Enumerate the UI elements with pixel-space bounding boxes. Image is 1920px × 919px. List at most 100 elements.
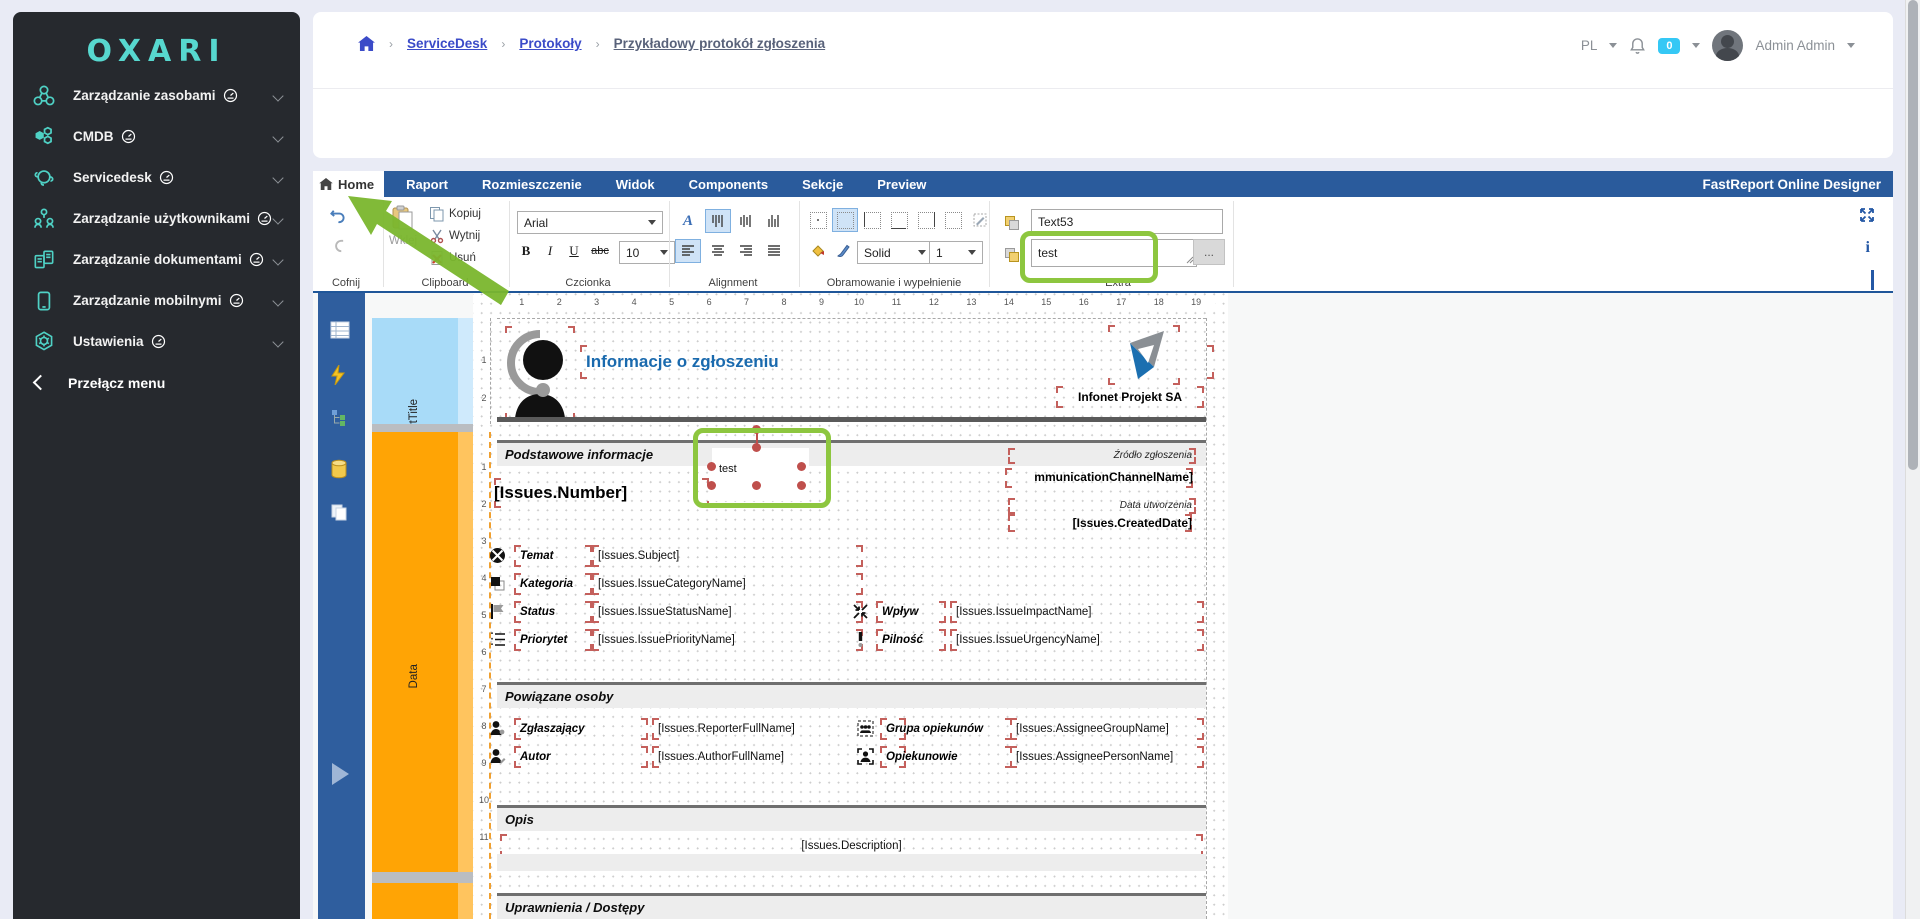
handle-top-center[interactable]: [752, 443, 761, 452]
band-data[interactable]: Data: [372, 432, 473, 872]
field-value[interactable]: [Issues.Subject]: [592, 545, 863, 567]
collapse-strip-button[interactable]: [332, 763, 349, 785]
undo-button[interactable]: [329, 207, 346, 224]
bell-icon[interactable]: [1629, 37, 1646, 55]
font-color-button[interactable]: A: [675, 209, 701, 233]
handle-right[interactable]: [797, 462, 806, 471]
person-value[interactable]: [Issues.AssigneePersonName]: [1010, 746, 1204, 768]
sidebar-item-zasoby[interactable]: Zarządzanie zasobami: [13, 75, 300, 116]
tab-raport[interactable]: Raport: [406, 177, 448, 192]
sidebar-item-mobilne[interactable]: Zarządzanie mobilnymi: [13, 280, 300, 321]
handle-left[interactable]: [707, 462, 716, 471]
border-left-button[interactable]: [859, 208, 885, 232]
report-company-text[interactable]: Infonet Projekt SA: [1056, 386, 1204, 408]
redo-button[interactable]: [329, 237, 346, 254]
person-label[interactable]: Opiekunowie: [880, 746, 1012, 768]
strikethrough-button[interactable]: abc: [587, 241, 613, 261]
sidebar-item-servicedesk[interactable]: Servicedesk: [13, 157, 300, 198]
cut-button[interactable]: Wytnij: [429, 228, 480, 244]
field-value[interactable]: [Issues.IssueCategoryName]: [592, 573, 863, 595]
properties-panel-button[interactable]: [330, 321, 352, 343]
selected-text-object[interactable]: test: [712, 448, 809, 501]
font-family-select[interactable]: Arial: [517, 211, 663, 234]
handle-bottom-right[interactable]: [797, 481, 806, 490]
breadcrumb-servicedesk[interactable]: ServiceDesk: [407, 36, 487, 51]
section-people-bar[interactable]: Powiązane osoby: [497, 682, 1206, 708]
handle-bottom-center[interactable]: [752, 481, 761, 490]
report-picture-person[interactable]: [505, 326, 575, 420]
sidebar-item-ustawienia[interactable]: Ustawienia: [13, 321, 300, 362]
bring-forward-button[interactable]: [997, 209, 1023, 233]
source-label-text[interactable]: Źródło zgłoszenia: [1008, 448, 1196, 464]
tab-home[interactable]: Home: [313, 171, 384, 197]
sidebar-toggle-menu[interactable]: Przełącz menu: [13, 362, 300, 403]
field-label[interactable]: Temat: [514, 545, 592, 567]
scrollbar-thumb[interactable]: [1908, 0, 1918, 470]
field-label[interactable]: Wpływ: [876, 601, 946, 623]
bold-button[interactable]: B: [515, 241, 537, 261]
tab-sekcje[interactable]: Sekcje: [802, 177, 843, 192]
tab-rozmieszczenie[interactable]: Rozmieszczenie: [482, 177, 582, 192]
border-none-button[interactable]: [832, 208, 858, 232]
tab-preview[interactable]: Preview: [877, 177, 926, 192]
field-label[interactable]: Kategoria: [514, 573, 592, 595]
font-size-select[interactable]: 10: [619, 241, 675, 264]
valign-bottom-button[interactable]: [761, 209, 787, 233]
page-scrollbar[interactable]: [1905, 0, 1920, 919]
created-label-text[interactable]: Data utworzenia: [1008, 498, 1196, 514]
border-top-button[interactable]: [940, 208, 966, 232]
delete-button[interactable]: Usuń: [429, 250, 476, 266]
copy-button[interactable]: Kopiuj: [429, 206, 481, 222]
field-label[interactable]: Pilność: [876, 629, 946, 651]
border-width-select[interactable]: 1: [929, 241, 983, 264]
field-value[interactable]: [Issues.IssuePriorityName]: [592, 629, 863, 651]
band-footer[interactable]: er1: [372, 883, 473, 919]
field-value[interactable]: [Issues.IssueImpactName]: [950, 601, 1204, 623]
fullscreen-button[interactable]: [1859, 207, 1875, 228]
source-value-text[interactable]: mmunicationChannelName]: [1005, 468, 1193, 488]
caret-down-icon[interactable]: [1692, 43, 1700, 48]
paste-button[interactable]: Wklej: [389, 205, 417, 247]
language-selector[interactable]: PL: [1581, 38, 1598, 53]
person-label[interactable]: Grupa opiekunów: [880, 718, 1012, 740]
border-style-select[interactable]: Solid: [857, 241, 933, 264]
breadcrumb-protokoly[interactable]: Protokoły: [519, 36, 581, 51]
sidebar-item-dokumenty[interactable]: Zarządzanie dokumentami: [13, 239, 300, 280]
events-panel-button[interactable]: [330, 365, 352, 387]
user-name[interactable]: Admin Admin: [1755, 38, 1835, 53]
person-value[interactable]: [Issues.AssigneeGroupName]: [1010, 718, 1204, 740]
object-text-input[interactable]: test: [1031, 239, 1197, 267]
created-value-text[interactable]: [Issues.CreatedDate]: [1008, 514, 1192, 532]
caret-down-icon[interactable]: [1847, 43, 1855, 48]
align-left-button[interactable]: [675, 239, 701, 263]
align-justify-button[interactable]: [761, 239, 787, 263]
tab-components[interactable]: Components: [689, 177, 768, 192]
text-fill-button[interactable]: [831, 239, 857, 263]
border-bottom-button[interactable]: [886, 208, 912, 232]
send-backward-button[interactable]: [997, 241, 1023, 265]
italic-button[interactable]: I: [539, 241, 561, 261]
field-value[interactable]: [Issues.IssueStatusName]: [592, 601, 863, 623]
rotation-handle[interactable]: [752, 425, 761, 434]
issue-number-text[interactable]: [Issues.Number]: [494, 478, 709, 508]
sidebar-item-uzytkownicy[interactable]: Zarządzanie użytkownikami: [13, 198, 300, 239]
border-right-button[interactable]: [913, 208, 939, 232]
align-center-button[interactable]: [705, 239, 731, 263]
report-logo[interactable]: [1108, 325, 1180, 385]
valign-center-button[interactable]: [733, 209, 759, 233]
person-label[interactable]: Zgłaszający: [514, 718, 648, 740]
align-right-button[interactable]: [733, 239, 759, 263]
sidebar-item-cmdb[interactable]: CMDB: [13, 116, 300, 157]
report-tree-button[interactable]: [330, 409, 352, 431]
pages-button[interactable]: [330, 503, 352, 525]
field-value[interactable]: [Issues.IssueUrgencyName]: [950, 629, 1204, 651]
data-panel-button[interactable]: [330, 459, 352, 481]
text-editor-more-button[interactable]: ...: [1193, 239, 1225, 265]
section-perm-bar[interactable]: Uprawnienia / Dostępy: [497, 893, 1206, 919]
underline-button[interactable]: U: [563, 241, 585, 261]
home-icon[interactable]: [358, 36, 375, 51]
field-label[interactable]: Status: [514, 601, 592, 623]
person-label[interactable]: Autor: [514, 746, 648, 768]
border-all-button[interactable]: [805, 208, 831, 232]
band-reporttitle[interactable]: ReportTitle: [372, 318, 473, 424]
